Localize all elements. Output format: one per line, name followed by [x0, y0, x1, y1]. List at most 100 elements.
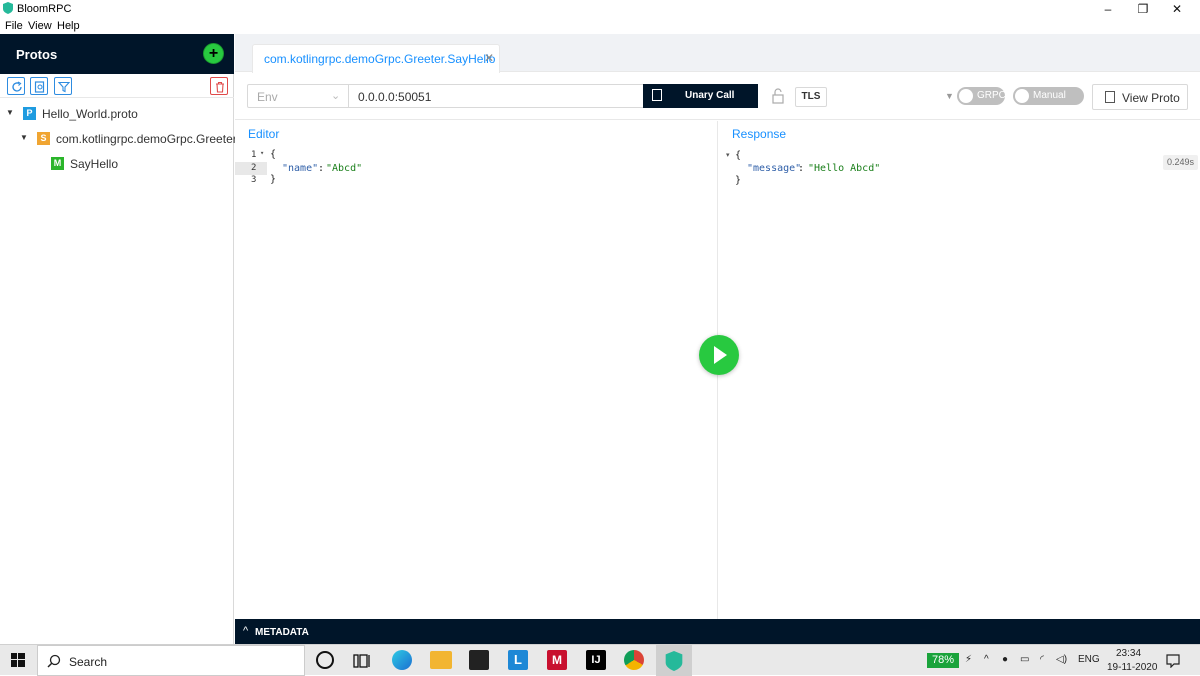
lens-app-icon[interactable]: L: [508, 650, 528, 670]
file-search-icon: [34, 81, 45, 93]
main-area: com.kotlingrpc.demoGrpc.Greeter.SayHello…: [235, 34, 1200, 644]
server-url-input[interactable]: 0.0.0.0:50051: [348, 84, 644, 108]
sidebar-title: Protos: [16, 47, 58, 62]
unary-call-label: Unary Call: [685, 90, 735, 101]
json-key: "message": [747, 163, 802, 174]
notifications-icon[interactable]: [1166, 654, 1180, 668]
editor-title: Editor: [248, 127, 280, 141]
grpc-toggle-label: GRPC: [977, 90, 1006, 101]
bloomrpc-logo-icon: [3, 2, 13, 14]
tab-sayhello[interactable]: com.kotlingrpc.demoGrpc.Greeter.SayHello…: [252, 44, 500, 73]
microphone-icon[interactable]: ●: [1002, 654, 1008, 665]
filter-button[interactable]: [54, 77, 72, 95]
manual-toggle-label: Manual: [1033, 90, 1066, 101]
run-request-button[interactable]: [699, 335, 739, 375]
metadata-panel-toggle[interactable]: ^ METADATA: [235, 619, 1200, 644]
proto-badge-icon: P: [23, 107, 36, 120]
battery-indicator[interactable]: 78%: [927, 653, 959, 668]
view-proto-label: View Proto: [1122, 91, 1180, 105]
toggle-knob: [1015, 89, 1029, 103]
volume-icon[interactable]: ◁): [1056, 654, 1067, 665]
tree-node-method[interactable]: M SayHello: [0, 152, 233, 174]
reload-icon: [12, 81, 22, 92]
service-badge-icon: S: [37, 132, 50, 145]
bloomrpc-taskbar-icon: [665, 651, 683, 671]
file-explorer-icon[interactable]: [430, 651, 452, 669]
wifi-icon[interactable]: ◜: [1040, 654, 1044, 665]
unary-call-button[interactable]: Unary Call: [643, 84, 758, 108]
language-indicator[interactable]: ENG: [1078, 654, 1100, 665]
import-button[interactable]: [30, 77, 48, 95]
menu-view[interactable]: View: [28, 20, 52, 32]
line-number: 1: [251, 150, 257, 160]
response-time-badge: 0.249s: [1163, 155, 1199, 170]
title-bar: BloomRPC – ❐ ✕: [0, 0, 1200, 18]
tab-label: com.kotlingrpc.demoGrpc.Greeter.SayHello: [264, 52, 496, 66]
filter-icon: [58, 81, 70, 93]
menu-bar: File View Help: [0, 18, 1200, 34]
response-title: Response: [732, 127, 787, 141]
tls-button[interactable]: TLS: [795, 87, 827, 107]
line-number: 2: [251, 163, 257, 173]
editor-line[interactable]: 3 }: [235, 174, 718, 188]
chevron-up-icon: ^: [243, 625, 249, 637]
trash-icon: [216, 81, 224, 93]
tree-label: SayHello: [70, 157, 119, 171]
response-pane: Response ▾ { "message" : "Hello Abcd" } …: [718, 121, 1200, 619]
chevron-up-icon[interactable]: ^: [984, 654, 989, 665]
bloomrpc-taskbar-active[interactable]: [656, 645, 692, 676]
tab-bar: com.kotlingrpc.demoGrpc.Greeter.SayHello…: [235, 34, 1200, 73]
call-type-icon: [652, 89, 662, 101]
fold-caret-icon[interactable]: ▾: [260, 149, 264, 157]
editor-pane: Editor 1 ▾ { 2 "name" : "Abcd" 3 }: [235, 121, 718, 619]
sidebar-header: Protos +: [0, 34, 234, 74]
caret-down-icon[interactable]: ▼: [20, 133, 30, 142]
editor-line[interactable]: 1 ▾ {: [235, 149, 718, 163]
clock-time[interactable]: 23:34: [1116, 648, 1141, 659]
intellij-icon[interactable]: IJ: [586, 650, 606, 670]
add-proto-button[interactable]: +: [203, 43, 224, 64]
close-tab-icon[interactable]: ✕: [484, 51, 494, 65]
caret-down-icon[interactable]: ▼: [945, 91, 954, 101]
method-badge-icon: M: [51, 157, 64, 170]
task-view-icon[interactable]: [353, 652, 371, 670]
code-text: {: [270, 149, 277, 160]
line-number: 3: [251, 175, 257, 185]
env-select[interactable]: Env ⌄: [247, 84, 349, 108]
windows-logo-icon: [11, 653, 25, 667]
delete-all-button[interactable]: [210, 77, 228, 95]
json-value: "Abcd": [326, 163, 363, 174]
reload-button[interactable]: [7, 77, 25, 95]
unlock-icon[interactable]: [772, 88, 784, 104]
mcafee-icon[interactable]: M: [547, 650, 567, 670]
windows-taskbar: Search L M IJ 78% ⚡ ^ ● ▭ ◜ ◁) ENG 23:34…: [0, 644, 1200, 676]
tree-label: Hello_World.proto: [42, 107, 138, 121]
tree-node-service[interactable]: ▼ S com.kotlingrpc.demoGrpc.Greeter: [0, 127, 237, 149]
chrome-icon[interactable]: [624, 650, 644, 670]
cortana-icon[interactable]: [316, 651, 334, 669]
edge-browser-icon[interactable]: [392, 650, 412, 670]
menu-help[interactable]: Help: [57, 20, 80, 32]
grpc-toggle[interactable]: GRPC: [957, 87, 1006, 105]
file-icon: [1105, 91, 1115, 103]
tree-label: com.kotlingrpc.demoGrpc.Greeter: [56, 132, 237, 146]
manual-toggle[interactable]: Manual: [1013, 87, 1084, 105]
close-window-button[interactable]: ✕: [1154, 0, 1200, 18]
battery-icon[interactable]: ▭: [1020, 654, 1029, 665]
clock-date[interactable]: 19-11-2020: [1107, 662, 1157, 673]
start-button[interactable]: [0, 645, 36, 676]
tree-node-proto-file[interactable]: ▼ P Hello_World.proto: [0, 102, 233, 124]
caret-down-icon[interactable]: ▼: [6, 108, 16, 117]
view-proto-button[interactable]: View Proto: [1092, 84, 1188, 110]
json-key: "name": [282, 163, 319, 174]
store-icon[interactable]: [469, 650, 489, 670]
code-text: }: [270, 174, 277, 185]
json-value: "Hello Abcd": [808, 163, 881, 174]
env-placeholder: Env: [257, 90, 278, 104]
taskbar-search[interactable]: Search: [37, 645, 305, 676]
fold-caret-icon[interactable]: ▾: [726, 151, 730, 159]
protos-sidebar: Protos + ▼ P Hello_World.proto ▼ S com.k…: [0, 34, 237, 644]
server-url-value: 0.0.0.0:50051: [358, 90, 432, 104]
menu-file[interactable]: File: [5, 20, 23, 32]
search-label: Search: [69, 655, 108, 669]
